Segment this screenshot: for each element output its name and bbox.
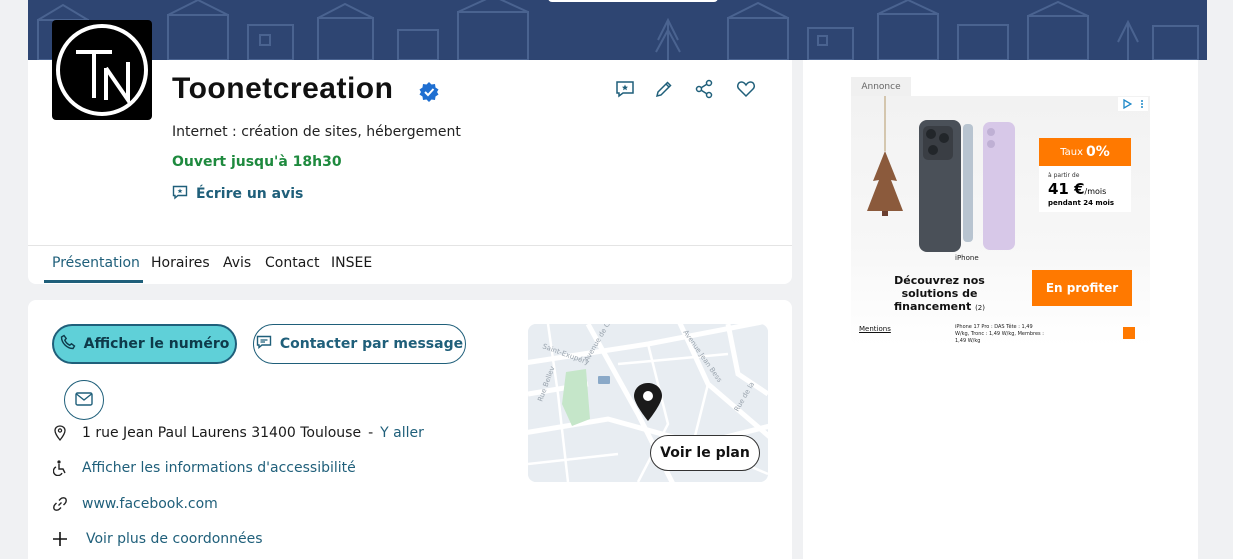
accessibility-link[interactable]: Afficher les informations d'accessibilit… (82, 460, 356, 476)
ad-from: à partir de (1048, 172, 1080, 179)
website-row: www.facebook.com (52, 496, 218, 512)
ad-device-name: iPhone (955, 254, 979, 262)
ad-rate-value: 0% (1086, 144, 1110, 160)
map-marker-icon (632, 382, 664, 426)
view-map-button[interactable]: Voir le plan (650, 435, 760, 471)
ad-label: Annonce (851, 77, 911, 96)
tabs-divider (28, 245, 792, 246)
address-row: 1 rue Jean Paul Laurens 31400 Toulouse -… (52, 425, 424, 441)
message-icon (256, 334, 272, 354)
plus-icon (52, 531, 68, 547)
share-icon[interactable] (693, 78, 715, 100)
tab-presentation[interactable]: Présentation (52, 255, 140, 271)
ad-rate-prefix: Taux (1060, 146, 1084, 158)
phone-icon (60, 334, 76, 354)
contact-message-label: Contacter par message (279, 336, 464, 352)
directions-link[interactable]: Y aller (380, 425, 424, 441)
ad-rate-badge: Taux 0% (1039, 138, 1131, 166)
active-tab-indicator (44, 280, 143, 283)
business-category: Internet : création de sites, hébergemen… (172, 124, 461, 140)
banner-indicator (548, 0, 718, 2)
more-contact-link[interactable]: Voir plus de coordonnées (86, 531, 263, 547)
ad-headline-note: (2) (975, 304, 985, 312)
ad-cta-button[interactable]: En profiter (1032, 270, 1132, 306)
advertisement-banner[interactable]: iPhone Taux 0% à partir de 41 €/mois pen… (851, 96, 1150, 346)
more-contact-row: Voir plus de coordonnées (52, 531, 263, 547)
town-illustration (37, 0, 1199, 60)
tab-avis[interactable]: Avis (223, 255, 251, 271)
verified-badge-icon (418, 81, 440, 107)
location-pin-icon (52, 425, 68, 441)
header-banner (28, 0, 1207, 60)
tab-contact[interactable]: Contact (265, 255, 319, 271)
ad-headline-text: Découvrez nos solutions de financement (894, 274, 985, 313)
edit-pencil-icon[interactable] (653, 78, 675, 100)
phones-illustration (867, 96, 1015, 252)
review-star-icon[interactable] (614, 78, 636, 100)
accessibility-icon (52, 460, 68, 476)
ad-choices-icon[interactable] (1118, 97, 1148, 111)
write-review-link[interactable]: Écrire un avis (172, 184, 303, 204)
address-separator: - (368, 425, 374, 441)
ad-price-value: 41 € (1048, 180, 1085, 198)
favorite-heart-icon[interactable] (735, 78, 757, 100)
website-link[interactable]: www.facebook.com (82, 496, 218, 512)
email-button[interactable] (64, 380, 104, 420)
ad-footer-text: iPhone 17 Pro : DAS Tête : 1,49 W/kg, Tr… (955, 324, 1044, 344)
ad-price-unit: /mois (1084, 187, 1107, 196)
address-text: 1 rue Jean Paul Laurens 31400 Toulouse (82, 425, 362, 441)
tab-insee[interactable]: INSEE (331, 255, 372, 271)
write-review-label: Écrire un avis (196, 186, 304, 202)
show-number-button[interactable]: Afficher le numéro (52, 324, 237, 364)
opening-status: Ouvert jusqu'à 18h30 (172, 154, 342, 170)
ad-duration: pendant 24 mois (1048, 199, 1115, 207)
link-chain-icon (52, 496, 68, 512)
ad-price: 41 €/mois (1048, 180, 1106, 198)
tab-horaires[interactable]: Horaires (151, 255, 210, 271)
contact-message-button[interactable]: Contacter par message (253, 324, 466, 364)
orange-logo-icon (1123, 327, 1135, 339)
envelope-icon (75, 391, 93, 410)
business-logo (52, 20, 152, 120)
review-icon (172, 184, 188, 204)
ad-mentions-link[interactable]: Mentions (859, 325, 891, 333)
accessibility-row: Afficher les informations d'accessibilit… (52, 460, 356, 476)
business-name: Toonetcreation (172, 72, 394, 105)
ad-headline: Découvrez nos solutions de financement (… (867, 274, 1012, 315)
show-number-label: Afficher le numéro (83, 336, 230, 352)
